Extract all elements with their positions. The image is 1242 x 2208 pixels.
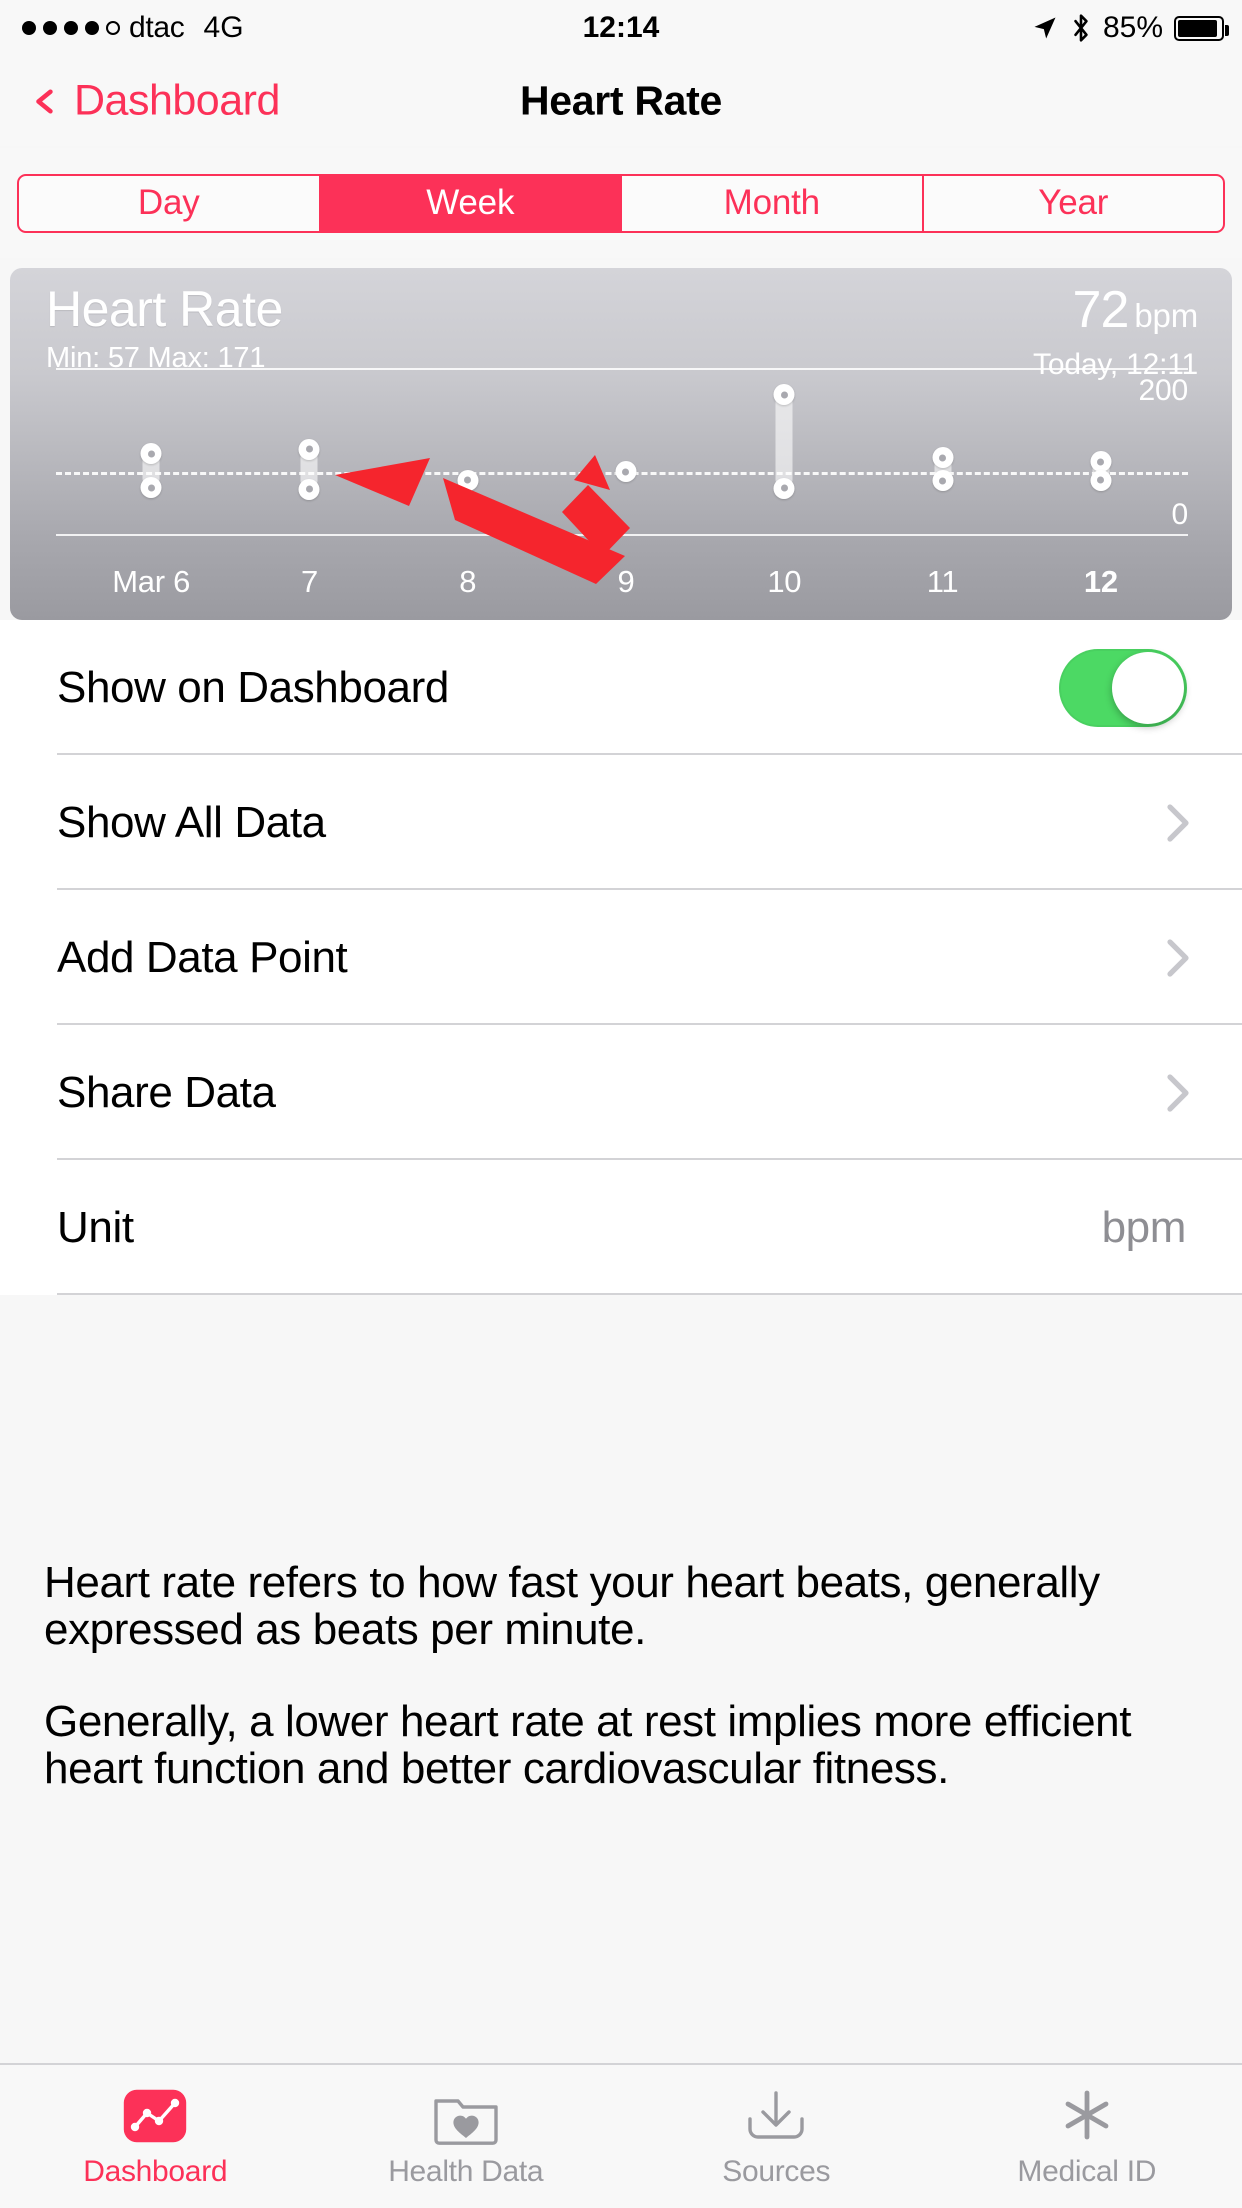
app-screen: dtac 4G 12:14 85% Dashboard Heart Rate D… [0,0,1242,2208]
location-arrow-icon [1034,17,1056,39]
tab-sources[interactable]: Sources [621,2065,932,2208]
bar-cap-min [140,477,162,499]
tab-label: Sources [722,2154,831,2188]
bluetooth-icon [1074,14,1088,42]
bar-range [775,394,793,488]
battery-icon [1174,15,1229,41]
chart-bar-11[interactable] [863,364,1021,536]
tab-health-data[interactable]: Health Data [311,2065,622,2208]
battery-fill [1178,19,1218,37]
chart-bar-7[interactable] [230,364,388,536]
show-on-dashboard-toggle[interactable] [1059,648,1187,727]
page-title: Heart Rate [519,77,723,124]
row-add-data-point[interactable]: Add Data Point [0,890,1242,1025]
chevron-right-icon [1167,803,1189,842]
segment-year[interactable]: Year [924,176,1224,231]
chart-bar-8[interactable] [389,364,547,536]
tab-dashboard[interactable]: Dashboard [0,2065,311,2208]
tab-label: Medical ID [1017,2154,1157,2188]
chart-bar-10[interactable] [705,364,863,536]
sources-download-icon [738,2085,814,2147]
segmented-control-container: Day Week Month Year [0,148,1242,258]
unit-value: bpm [1101,1202,1187,1252]
x-axis-label: 8 [459,564,477,599]
segment-day[interactable]: Day [19,175,321,231]
x-axis-label: 7 [300,564,318,599]
health-data-folder-icon [428,2085,504,2147]
bar-cap-min [1090,469,1112,491]
settings-list: Show on Dashboard Show All Data Add Data… [0,620,1242,1295]
bar-cap-min [773,477,795,499]
time-range-segmented-control[interactable]: Day Week Month Year [17,173,1225,233]
row-separator [57,1293,1242,1295]
current-value-unit: bpm [1134,297,1198,334]
row-label: Add Data Point [57,932,348,982]
x-axis-label: 10 [767,564,802,599]
status-bar-right: 85% [1031,11,1229,45]
chart-card-current-value: 72 bpm [1072,280,1199,340]
tab-medical-id[interactable]: Medical ID [932,2065,1242,2208]
bar-cap-min [298,478,320,500]
chart-bar-mar-6[interactable] [72,364,230,536]
navigation-bar: Dashboard Heart Rate [0,56,1242,146]
battery-percentage: 85% [1102,11,1163,44]
status-bar: dtac 4G 12:14 85% [0,0,1242,56]
chart-x-axis-labels: Mar 6 7 8 9 10 11 12 [10,554,1232,600]
description-paragraph-1: Heart rate refers to how fast your heart… [44,1558,1100,1654]
bar-cap-min [932,470,954,492]
x-axis-label: 12 [1083,564,1118,599]
row-label: Unit [57,1202,134,1252]
row-label: Share Data [57,1067,276,1117]
chart-bar-9[interactable] [547,364,705,536]
segment-week[interactable]: Week [320,175,622,231]
row-show-on-dashboard[interactable]: Show on Dashboard [0,620,1242,755]
x-axis-label: Mar 6 [112,564,191,599]
x-axis-label: 11 [926,564,959,599]
row-label: Show All Data [57,797,326,847]
row-share-data[interactable]: Share Data [0,1025,1242,1160]
chart-bar-12[interactable] [1022,364,1180,536]
chevron-right-icon [1167,1073,1189,1112]
chart-card-title: Heart Rate [46,281,283,337]
chevron-right-icon [1167,938,1189,977]
heart-rate-chart-card[interactable]: Heart Rate Min: 57 Max: 171 72 bpm Today,… [10,268,1232,620]
toggle-knob [1112,651,1184,724]
dashboard-chart-icon [117,2085,193,2147]
chart-plot-area: 200 0 Mar 6 7 8 9 10 11 12 [10,364,1232,620]
segment-month[interactable]: Month [622,175,924,231]
description-paragraph-2: Generally, a lower heart rate at rest im… [44,1697,1132,1793]
current-value-number: 72 [1072,281,1130,339]
bar-cap-max [773,384,795,406]
row-label: Show on Dashboard [57,662,449,712]
bar-cap-max [298,438,320,460]
x-axis-label: 9 [617,564,635,599]
bar-single-point [457,469,479,491]
tab-label: Dashboard [83,2154,228,2188]
description-text: Heart rate refers to how fast your heart… [0,1558,1242,1793]
bar-cap-max [140,443,162,464]
tab-bar: Dashboard Health Data Sources Medical ID [0,2063,1242,2208]
tab-label: Health Data [388,2154,544,2188]
row-show-all-data[interactable]: Show All Data [0,755,1242,890]
row-unit[interactable]: Unit bpm [0,1160,1242,1295]
bar-cap-max [932,447,954,469]
medical-id-asterisk-icon [1049,2085,1125,2147]
bar-single-point [615,461,637,483]
